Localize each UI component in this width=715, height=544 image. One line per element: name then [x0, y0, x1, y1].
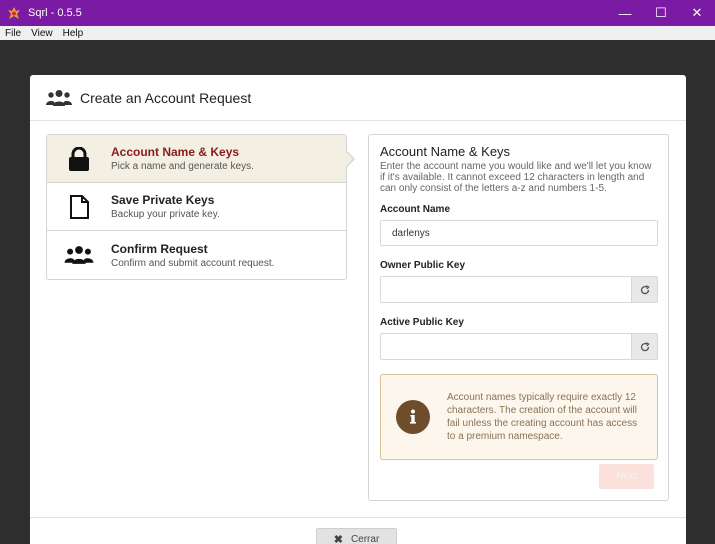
account-form: Account Name & Keys Enter the account na… — [368, 134, 669, 501]
lock-icon — [69, 146, 89, 171]
account-name-input[interactable] — [380, 220, 658, 246]
window-controls: — ☐ ✕ — [607, 0, 715, 26]
notice-text: Account names typically require exactly … — [447, 392, 638, 442]
premium-name-notice: Account names typically require exactly … — [380, 374, 658, 460]
account-name-label: Account Name — [380, 204, 451, 215]
close-button[interactable]: ✖ Cerrar — [316, 528, 397, 544]
refresh-icon — [640, 341, 650, 351]
window-titlebar: Sqrl - 0.5.5 — ☐ ✕ — [0, 0, 715, 26]
menu-bar: File View Help — [0, 26, 715, 40]
step-save-private-keys[interactable]: Save Private Keys Backup your private ke… — [47, 183, 346, 231]
step-title: Confirm Request — [111, 241, 208, 256]
step-title: Save Private Keys — [111, 193, 215, 207]
step-description: Confirm and submit account request. — [111, 257, 275, 269]
owner-public-key-row — [380, 276, 658, 303]
modal-footer: ✖ Cerrar — [30, 517, 686, 544]
step-description: Backup your private key. — [111, 209, 220, 220]
menu-file[interactable]: File — [0, 28, 26, 39]
owner-public-key-input[interactable] — [380, 276, 632, 303]
file-icon — [70, 194, 89, 219]
modal-title: Create an Account Request — [80, 89, 252, 106]
menu-view[interactable]: View — [26, 28, 58, 39]
modal-header: Create an Account Request — [30, 75, 686, 121]
close-button-label: Cerrar — [350, 533, 380, 544]
form-description: Enter the account name you would like an… — [380, 161, 652, 194]
owner-public-key-label: Owner Public Key — [380, 260, 466, 271]
menu-help[interactable]: Help — [58, 28, 89, 39]
step-account-name-keys[interactable]: Account Name & Keys Pick a name and gene… — [47, 135, 355, 183]
active-public-key-row — [380, 333, 658, 360]
step-confirm-request[interactable]: Confirm Request Confirm and submit accou… — [47, 231, 346, 279]
close-icon: ✖ — [333, 533, 343, 544]
active-key-regenerate-button[interactable] — [632, 333, 658, 360]
close-window-button[interactable]: ✕ — [679, 0, 715, 26]
active-public-key-input[interactable] — [380, 333, 632, 360]
minimize-button[interactable]: — — [607, 0, 643, 26]
wizard-steps: Account Name & Keys Pick a name and gene… — [46, 134, 355, 280]
step-title: Account Name & Keys — [111, 145, 240, 159]
next-button[interactable]: Next — [599, 464, 654, 489]
app-logo-icon — [8, 7, 20, 19]
users-icon — [46, 89, 72, 106]
window-title: Sqrl - 0.5.5 — [28, 7, 82, 19]
owner-key-regenerate-button[interactable] — [632, 276, 658, 303]
step-description: Pick a name and generate keys. — [111, 161, 254, 172]
users-icon — [64, 246, 94, 264]
info-icon — [396, 400, 430, 434]
form-title: Account Name & Keys — [380, 144, 511, 159]
maximize-button[interactable]: ☐ — [643, 0, 679, 26]
create-account-modal: Create an Account Request Account Name &… — [30, 75, 686, 544]
refresh-icon — [640, 284, 650, 294]
active-public-key-label: Active Public Key — [380, 317, 464, 328]
